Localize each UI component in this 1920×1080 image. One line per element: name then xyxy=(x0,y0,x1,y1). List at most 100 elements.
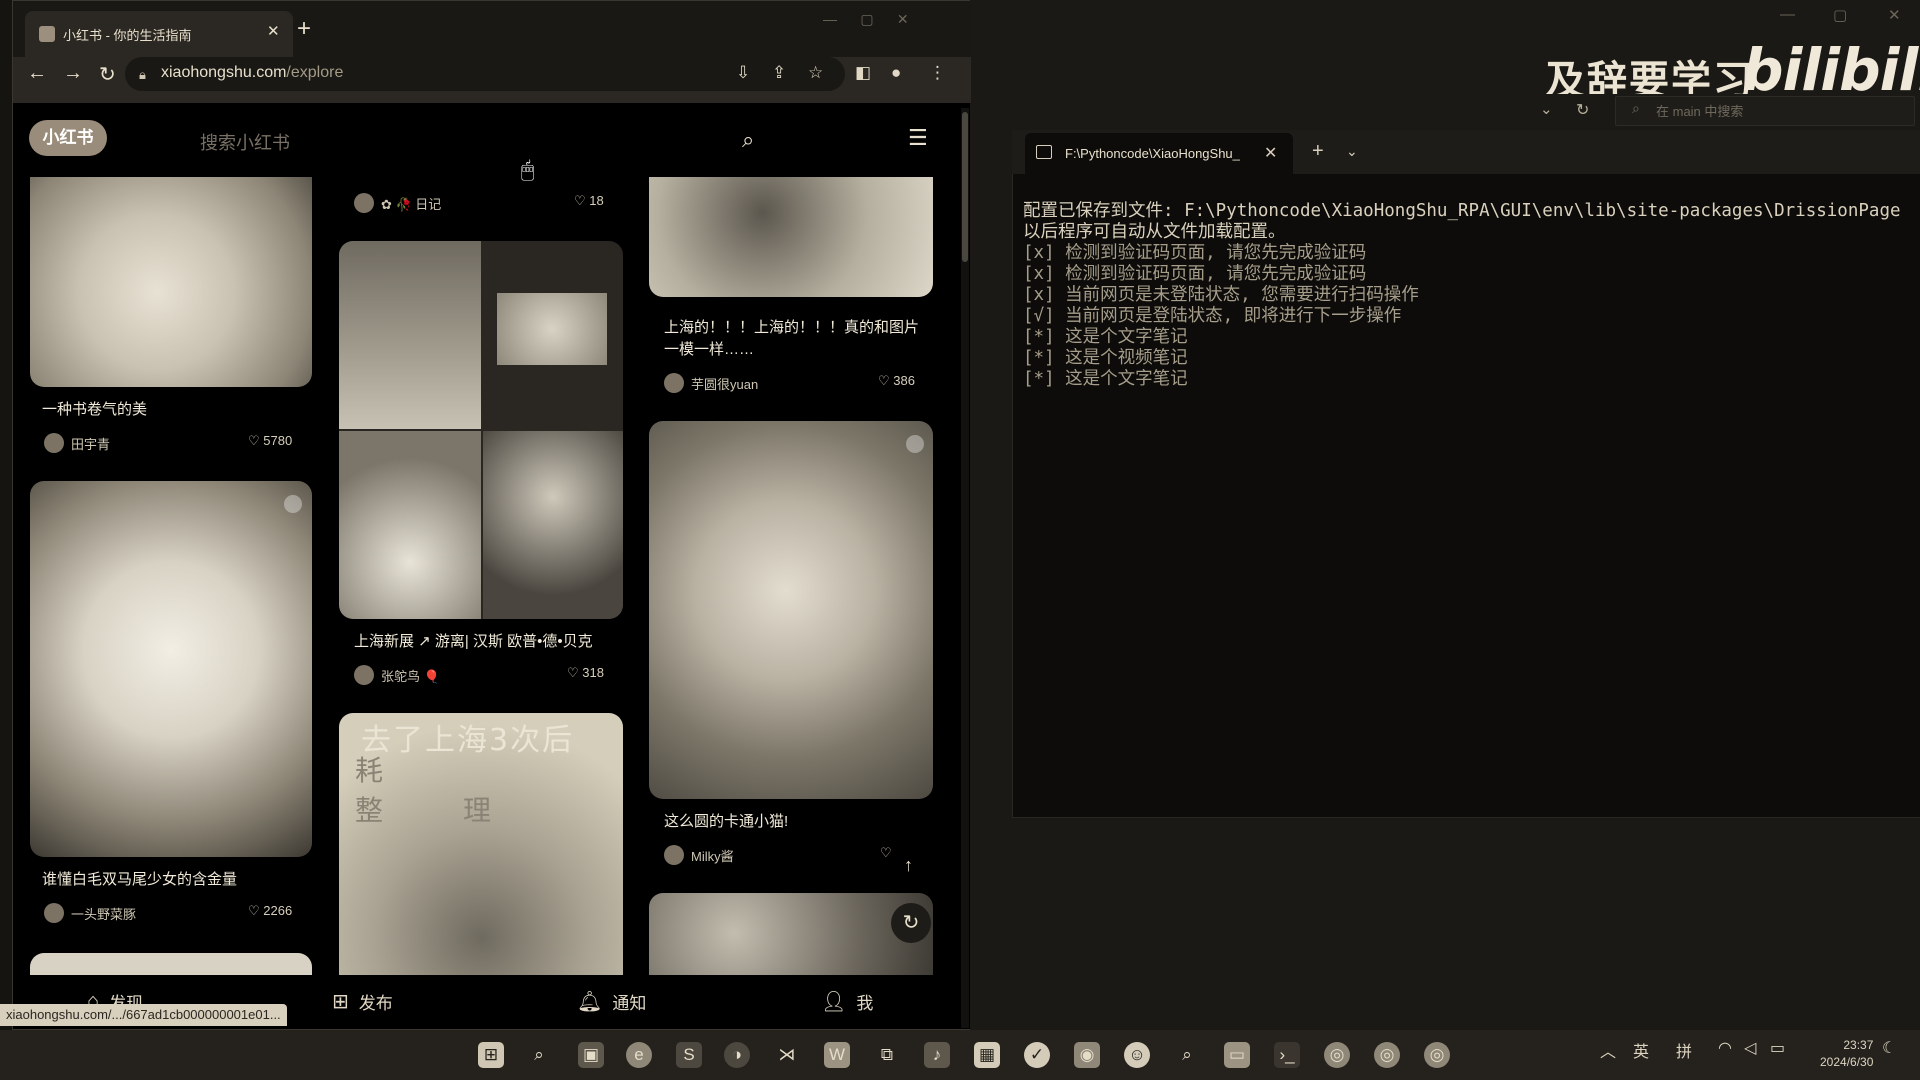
like-count[interactable]: ♡ 318 xyxy=(567,665,604,681)
chrome-icon[interactable]: ◎ xyxy=(1324,1042,1350,1068)
back-icon[interactable]: ← xyxy=(27,62,47,85)
minimize-icon[interactable]: — xyxy=(1780,6,1795,23)
back-to-top-icon[interactable]: ↑ xyxy=(904,855,913,876)
new-tab-icon[interactable]: + xyxy=(1312,140,1324,163)
note-author[interactable]: 张鸵鸟 🎈 xyxy=(354,665,440,685)
word-icon[interactable]: W xyxy=(824,1042,850,1068)
start-icon[interactable]: ⊞ xyxy=(478,1042,504,1068)
menu-kebab-icon[interactable]: ⋮ xyxy=(929,63,946,83)
close-tab-icon[interactable]: ✕ xyxy=(1264,143,1277,163)
photos-icon[interactable]: ▦ xyxy=(974,1042,1000,1068)
note-author[interactable]: Milky酱 xyxy=(664,845,734,865)
search-icon[interactable]: ⌕ xyxy=(526,1042,552,1068)
magnifier-icon[interactable]: ⌕ xyxy=(1174,1042,1200,1068)
explorer-search-input[interactable]: 在 main 中搜索 xyxy=(1615,96,1915,126)
terminal-tab[interactable]: F:\Pythoncode\XiaoHongShu_ xyxy=(1025,133,1293,174)
note-author[interactable]: 一头野菜豚 xyxy=(44,903,136,923)
note-author[interactable]: 田宇青 xyxy=(44,433,110,453)
refresh-icon[interactable]: ↻ xyxy=(891,903,931,943)
reload-icon[interactable]: ↻ xyxy=(99,62,116,87)
sublime-icon[interactable]: S xyxy=(676,1042,702,1068)
terminal-line: 以后程序可自动从文件加载配置。 xyxy=(1023,222,1286,242)
note-cover[interactable] xyxy=(649,177,933,297)
note-cover[interactable] xyxy=(30,481,312,857)
note-author[interactable]: ✿ 🥀 日记 xyxy=(354,193,441,213)
url-text[interactable]: xiaohongshu.com/explore xyxy=(161,64,343,82)
note-cover[interactable] xyxy=(30,177,312,387)
sidepanel-icon[interactable]: ◧ xyxy=(855,63,871,83)
like-count[interactable]: ♡ 18 xyxy=(574,193,604,209)
search-icon: ⌕ xyxy=(1632,100,1640,116)
install-icon[interactable]: ⇩ xyxy=(736,63,750,83)
like-count[interactable]: ♡ 386 xyxy=(878,373,915,389)
note-cover[interactable]: 去了上海3次后 耗 整理 xyxy=(339,713,623,1013)
scrollbar-thumb[interactable] xyxy=(962,112,968,262)
like-count[interactable]: ♡ 2266 xyxy=(248,903,292,919)
battery-icon[interactable]: ▭ xyxy=(1770,1038,1785,1058)
share-icon[interactable]: ⇪ xyxy=(772,63,786,83)
note-title[interactable]: 谁懂白毛双马尾少女的含金量 xyxy=(42,869,237,891)
avatar xyxy=(664,845,684,865)
nav-notify[interactable]: 🔔︎ 通知 xyxy=(577,989,646,1014)
avatar xyxy=(44,433,64,453)
note-title[interactable]: 上海新展 ↗ 游离| 汉斯 欧普•德•贝克 xyxy=(354,631,593,653)
terminal-line: [x] 检测到验证码页面, 请您先完成验证码 xyxy=(1023,243,1367,263)
note-title[interactable]: 这么圆的卡通小猫! xyxy=(664,811,788,833)
tray-chevron-icon[interactable]: ︿ xyxy=(1600,1038,1616,1062)
music-icon[interactable]: ♪ xyxy=(924,1042,950,1068)
xhs-logo[interactable]: 小红书 xyxy=(29,120,107,156)
window-controls[interactable]: — ▢ ✕ xyxy=(823,11,909,28)
chevron-down-icon[interactable]: ⌄ xyxy=(1540,100,1553,118)
note-title[interactable]: 一种书卷气的美 xyxy=(42,399,147,421)
search-input[interactable]: 搜索小红书 xyxy=(200,129,290,155)
browser-tab[interactable]: 小红书 - 你的生活指南 ✕ xyxy=(25,11,293,57)
terminal-line: [*] 这是个文字笔记 xyxy=(1023,369,1188,389)
ime-language[interactable]: 英 xyxy=(1633,1038,1649,1062)
note-cover[interactable] xyxy=(649,421,933,799)
close-icon[interactable]: ✕ xyxy=(1888,6,1901,24)
terminal-icon[interactable]: ›_ xyxy=(1274,1042,1300,1068)
clock[interactable]: 23:37 2024/6/30 xyxy=(1820,1037,1873,1071)
ime-mode[interactable]: 拼 xyxy=(1676,1038,1692,1062)
window-icon[interactable]: ⧉ xyxy=(874,1042,900,1068)
vscode-icon[interactable]: ⋊ xyxy=(774,1042,800,1068)
xhs-header xyxy=(14,103,970,177)
note-cover[interactable] xyxy=(339,241,623,619)
edge-icon[interactable]: e xyxy=(626,1042,652,1068)
avatar xyxy=(354,193,374,213)
chevron-down-icon[interactable]: ⌄ xyxy=(1346,143,1358,160)
terminal-line: [*] 这是个文字笔记 xyxy=(1023,327,1188,347)
folder-icon[interactable]: ▭ xyxy=(1224,1042,1250,1068)
like-count[interactable]: ♡ 5780 xyxy=(248,433,292,449)
maximize-icon[interactable]: ▢ xyxy=(1833,6,1847,24)
bookmark-star-icon[interactable]: ☆ xyxy=(808,63,823,83)
nav-publish[interactable]: ⊞ 发布 xyxy=(332,989,393,1014)
lock-icon[interactable]: 🔒︎ xyxy=(139,67,146,83)
wechat-icon[interactable]: ◉ xyxy=(1074,1042,1100,1068)
profile-icon[interactable]: ● xyxy=(891,63,901,83)
avatar-app-icon[interactable]: ☺ xyxy=(1124,1042,1150,1068)
notification-icon[interactable]: ☾ xyxy=(1882,1038,1896,1058)
note-author[interactable]: 芋圆很yuan xyxy=(664,373,758,393)
search-icon[interactable]: ⌕ xyxy=(742,127,754,153)
check-icon[interactable]: ✓ xyxy=(1024,1042,1050,1068)
video-badge-icon xyxy=(284,495,302,513)
chrome-icon[interactable]: ◎ xyxy=(1374,1042,1400,1068)
refresh-icon[interactable]: ↻ xyxy=(1576,100,1589,120)
bell-icon: 🔔︎ xyxy=(577,991,603,1013)
app-icon[interactable]: ◑ xyxy=(724,1042,750,1068)
note-title[interactable]: 上海的！！！上海的！！！真的和图片一模一样…… xyxy=(664,317,922,361)
forward-icon[interactable]: → xyxy=(63,62,83,85)
close-tab-icon[interactable]: ✕ xyxy=(267,22,280,40)
tab-title: 小红书 - 你的生活指南 xyxy=(63,28,192,43)
chrome-icon[interactable]: ◎ xyxy=(1424,1042,1450,1068)
volume-icon[interactable]: ◁ xyxy=(1744,1038,1756,1058)
taskview-icon[interactable]: ▣ xyxy=(578,1042,604,1068)
like-count[interactable]: ♡ xyxy=(880,845,892,861)
nav-me[interactable]: 👤︎ 我 xyxy=(821,989,873,1014)
new-tab-icon[interactable]: + xyxy=(297,15,311,43)
hamburger-menu-icon[interactable]: ☰ xyxy=(908,125,928,151)
avatar xyxy=(664,373,684,393)
terminal-line: [x] 当前网页是未登陆状态, 您需要进行扫码操作 xyxy=(1023,285,1419,305)
wifi-icon[interactable]: ◠ xyxy=(1718,1038,1732,1058)
